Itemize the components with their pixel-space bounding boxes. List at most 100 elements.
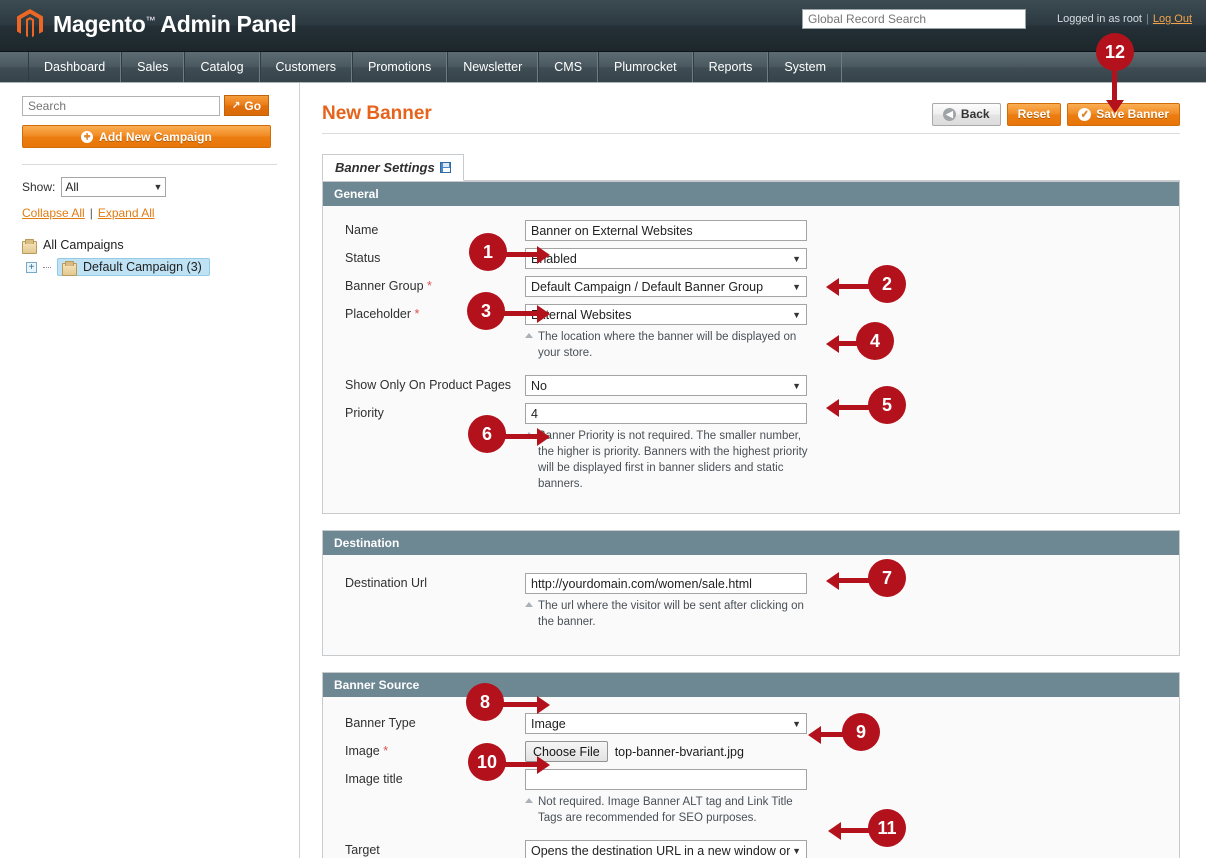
tab-banner-settings[interactable]: Banner Settings [322, 154, 464, 181]
field-hint-priority: Banner Priority is not required. The sma… [525, 428, 815, 492]
add-new-campaign-label: Add New Campaign [99, 129, 212, 144]
chevron-down-icon: ▼ [792, 718, 801, 729]
sidebar: ↗ Go + Add New Campaign Show: All ▼ [0, 83, 300, 858]
nav-item-system[interactable]: System [768, 52, 843, 82]
field-label-show-only-product-pages: Show Only On Product Pages [345, 378, 512, 392]
save-disk-icon [439, 162, 451, 173]
nav-item-catalog[interactable]: Catalog [184, 52, 260, 82]
field-label-destination-url: Destination Url [345, 576, 427, 590]
sidebar-content: ↗ Go + Add New Campaign Show: All ▼ [0, 95, 299, 278]
field-label-text: Placeholder [345, 307, 412, 321]
required-marker: * [414, 307, 420, 321]
field-row-status: Status Enabled ▼ [323, 248, 1179, 269]
section-header-general: General [323, 181, 1179, 206]
nav-item-reports[interactable]: Reports [692, 52, 769, 82]
folder-icon [22, 238, 37, 254]
page-header: New Banner ◀ Back Reset ✓ Save Banner [322, 97, 1180, 131]
hint-text: The location where the banner will be di… [538, 331, 797, 359]
body-wrapper: ↗ Go + Add New Campaign Show: All ▼ [0, 83, 1206, 858]
hint-triangle-icon [525, 602, 533, 607]
brand-title: Magento™ Admin Panel [53, 10, 297, 38]
nav-item-customers[interactable]: Customers [259, 52, 352, 82]
field-control-image-title: Not required. Image Banner ALT tag and L… [525, 769, 807, 826]
annotation-badge-12: 12 [1096, 33, 1134, 71]
main-navigation: Dashboard Sales Catalog Customers Promot… [0, 52, 1206, 83]
tree-connector-line [43, 266, 51, 268]
field-row-image: Image * Choose File top-banner-bvariant.… [323, 741, 1179, 762]
banner-type-select[interactable]: Image ▼ [525, 713, 807, 734]
required-marker: * [383, 744, 389, 758]
fieldset-destination-body: Destination Url The url where the visito… [323, 555, 1179, 655]
chevron-down-icon: ▼ [792, 309, 801, 320]
section-header-destination: Destination [323, 530, 1179, 555]
logout-link[interactable]: Log Out [1153, 13, 1192, 25]
show-only-product-pages-select[interactable]: No ▼ [525, 375, 807, 396]
chevron-down-icon: ▼ [792, 845, 801, 856]
placeholder-select[interactable]: External Websites ▼ [525, 304, 807, 325]
sidebar-go-button[interactable]: ↗ Go [224, 95, 270, 116]
nav-item-cms[interactable]: CMS [538, 52, 599, 82]
tree-item-label: All Campaigns [43, 238, 124, 252]
login-info: Logged in as root | Log Out [1057, 13, 1192, 25]
priority-input[interactable] [525, 403, 807, 424]
banner-group-select[interactable]: Default Campaign / Default Banner Group … [525, 276, 807, 297]
field-control-destination-url: The url where the visitor will be sent a… [525, 573, 807, 630]
back-button[interactable]: ◀ Back [931, 102, 1001, 126]
field-control-placeholder: External Websites ▼ The location where t… [525, 304, 807, 361]
target-select[interactable]: Opens the destination URL in a new windo… [525, 840, 807, 858]
brand-name: Magento [53, 10, 146, 37]
global-search-input[interactable] [802, 9, 1026, 29]
chevron-down-icon: ▼ [792, 380, 801, 391]
field-label-text: Banner Group [345, 279, 424, 293]
tab-label: Banner Settings [335, 160, 435, 175]
nav-item-plumrocket[interactable]: Plumrocket [598, 52, 693, 82]
collapse-all-link[interactable]: Collapse All [22, 206, 85, 220]
nav-item-dashboard[interactable]: Dashboard [28, 52, 122, 82]
nav-item-newsletter[interactable]: Newsletter [447, 52, 539, 82]
name-input[interactable] [525, 220, 807, 241]
chevron-down-icon: ▼ [792, 253, 801, 264]
top-bar: Magento™ Admin Panel Logged in as root|L… [0, 0, 1206, 52]
sidebar-divider [22, 164, 277, 165]
brand-logo[interactable]: Magento™ Admin Panel [16, 9, 297, 39]
annotation-badge-11: 11 [868, 809, 906, 847]
right-gutter [1182, 83, 1206, 858]
main-content: New Banner ◀ Back Reset ✓ Save Banner Ba… [300, 83, 1206, 858]
save-banner-button[interactable]: ✓ Save Banner [1067, 102, 1180, 126]
destination-url-input[interactable] [525, 573, 807, 594]
target-select-value: Opens the destination URL in a new windo… [531, 843, 791, 858]
field-row-banner-group: Banner Group * Default Campaign / Defaul… [323, 276, 1179, 297]
reset-button[interactable]: Reset [1006, 102, 1062, 126]
chevron-down-icon: ▼ [792, 281, 801, 292]
tree-item-all-campaigns[interactable]: All Campaigns [22, 234, 277, 256]
annotation-badge-7: 7 [868, 559, 906, 597]
expand-toggle-icon[interactable]: + [26, 261, 37, 273]
status-select[interactable]: Enabled ▼ [525, 248, 807, 269]
field-label-target: Target [345, 843, 380, 857]
annotation-badge-5: 5 [868, 386, 906, 424]
field-control-status: Enabled ▼ [525, 248, 807, 269]
show-filter-select[interactable]: All ▼ [61, 177, 167, 197]
show-filter-row: Show: All ▼ [22, 177, 277, 197]
field-control-target: Opens the destination URL in a new windo… [525, 840, 807, 858]
sidebar-search-input[interactable] [22, 95, 220, 116]
chosen-file-name: top-banner-bvariant.jpg [614, 744, 744, 759]
field-hint-image-title: Not required. Image Banner ALT tag and L… [525, 794, 815, 826]
image-title-input[interactable] [525, 769, 807, 790]
nav-item-promotions[interactable]: Promotions [351, 52, 448, 82]
field-control-priority: Banner Priority is not required. The sma… [525, 403, 808, 492]
go-button-label: Go [244, 98, 262, 113]
add-new-campaign-button[interactable]: + Add New Campaign [22, 125, 271, 148]
field-control-name [525, 220, 807, 241]
tree-item-default-campaign[interactable]: + Default Campaign (3) [26, 256, 277, 278]
nav-item-sales[interactable]: Sales [121, 52, 185, 82]
page-action-buttons: ◀ Back Reset ✓ Save Banner [931, 102, 1180, 126]
field-row-banner-type: Banner Type Image ▼ [323, 713, 1179, 734]
required-marker: * [427, 279, 432, 293]
logged-in-text: Logged in as root [1056, 13, 1142, 25]
field-row-priority: Priority Banner Priority is not required… [323, 403, 1179, 492]
tree-item-selected[interactable]: Default Campaign (3) [57, 258, 210, 276]
expand-all-link[interactable]: Expand All [98, 206, 155, 220]
back-circle-icon: ◀ [942, 107, 956, 121]
field-row-placeholder: Placeholder * External Websites ▼ The lo… [323, 304, 1179, 361]
